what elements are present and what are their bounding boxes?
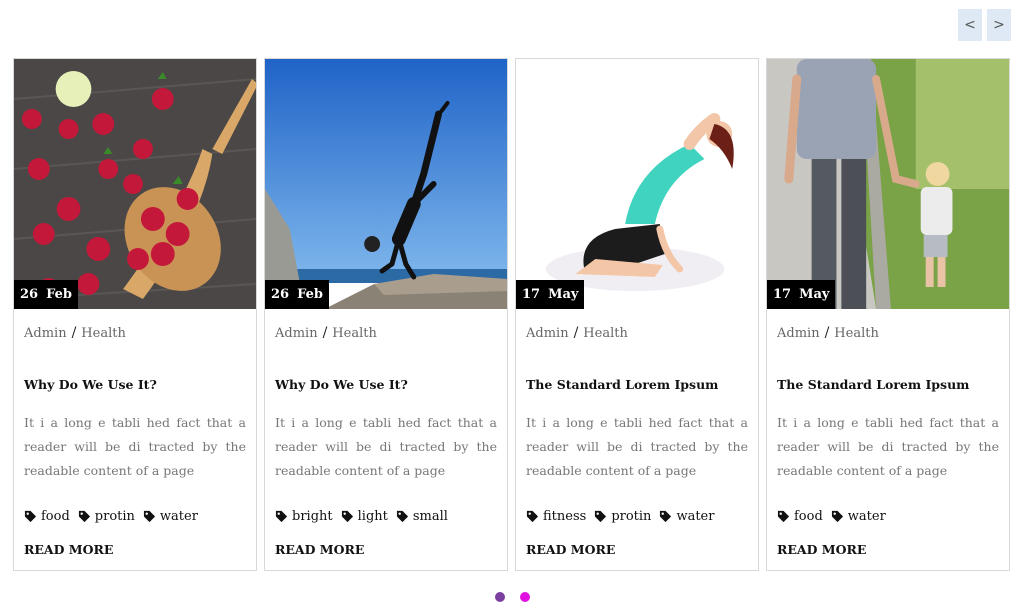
tag-icon	[275, 510, 288, 523]
post-image-yoga-beach[interactable]	[265, 59, 507, 309]
pagination-dot[interactable]	[495, 592, 505, 602]
tag-label: protin	[94, 509, 135, 524]
tag-label: food	[41, 509, 70, 524]
post-category-link[interactable]: Health	[583, 326, 628, 341]
post-date-day: 17	[773, 287, 792, 302]
post-excerpt: It i a long e tabli hed fact that a read…	[24, 415, 246, 478]
meta-separator: /	[322, 325, 328, 341]
tag-icon	[777, 510, 790, 523]
tag-link[interactable]: food	[24, 509, 70, 524]
post-date-month: Feb	[46, 287, 72, 302]
post-title[interactable]: Why Do We Use It?	[275, 377, 408, 392]
post-category-link[interactable]: Health	[332, 326, 377, 341]
post-date-month: Feb	[297, 287, 323, 302]
post-meta: Admin / Health	[24, 325, 126, 341]
post-card: 26 Feb Admin / Health Why Do We Use It? It…	[13, 58, 257, 571]
tag-label: water	[676, 509, 715, 524]
tag-link[interactable]: food	[777, 509, 823, 524]
post-card: 17 May Admin / Health The Standard Lorem I…	[766, 58, 1010, 571]
post-image-stretching-woman[interactable]	[516, 59, 758, 309]
tag-icon	[78, 510, 90, 523]
tag-link[interactable]: protin	[594, 509, 651, 524]
tag-icon	[341, 510, 353, 523]
tag-link[interactable]: bright	[275, 509, 333, 524]
tag-label: fitness	[543, 509, 587, 524]
tag-icon	[660, 510, 672, 523]
tag-link[interactable]: water	[143, 509, 198, 524]
read-more-link[interactable]: READ MORE	[526, 542, 615, 557]
post-tags: bright light small	[275, 509, 448, 524]
post-author-link[interactable]: Admin	[275, 326, 318, 341]
tag-label: small	[412, 509, 448, 524]
post-author-link[interactable]: Admin	[777, 326, 820, 341]
tag-link[interactable]: water	[831, 509, 886, 524]
tag-label: water	[159, 509, 198, 524]
post-date-day: 26	[20, 287, 39, 302]
tag-link[interactable]: water	[659, 509, 714, 524]
post-category-link[interactable]: Health	[81, 326, 126, 341]
post-title[interactable]: Why Do We Use It?	[24, 377, 157, 392]
read-more-link[interactable]: READ MORE	[275, 542, 364, 557]
carousel-pagination	[495, 592, 530, 602]
post-meta: Admin / Health	[526, 325, 628, 341]
meta-separator: /	[573, 325, 579, 341]
post-date-badge: 26 Feb	[265, 280, 329, 309]
post-date-month: May	[548, 287, 579, 302]
post-tags: food protin water	[24, 509, 198, 524]
tag-link[interactable]: light	[341, 509, 388, 524]
read-more-link[interactable]: READ MORE	[24, 542, 113, 557]
post-image-walking-family[interactable]	[767, 59, 1009, 309]
tag-icon	[595, 510, 607, 523]
post-tags: fitness protin water	[526, 509, 714, 524]
meta-separator: /	[824, 325, 830, 341]
tag-link[interactable]: small	[396, 509, 448, 524]
carousel-next-button[interactable]: >	[987, 9, 1011, 41]
tag-icon	[526, 510, 539, 523]
tag-icon	[396, 510, 408, 523]
tag-link[interactable]: fitness	[526, 509, 586, 524]
post-card: 17 May Admin / Health The Standard Lorem I…	[515, 58, 759, 571]
pagination-dot-active[interactable]	[520, 592, 530, 602]
post-meta: Admin / Health	[777, 325, 879, 341]
tag-icon	[143, 510, 155, 523]
post-author-link[interactable]: Admin	[24, 326, 67, 341]
post-date-month: May	[799, 287, 830, 302]
post-excerpt: It i a long e tabli hed fact that a read…	[526, 415, 748, 478]
post-tags: food water	[777, 509, 886, 524]
post-meta: Admin / Health	[275, 325, 377, 341]
tag-label: light	[357, 509, 388, 524]
meta-separator: /	[71, 325, 77, 341]
read-more-link[interactable]: READ MORE	[777, 542, 866, 557]
post-date-badge: 17 May	[516, 280, 585, 309]
tag-icon	[24, 510, 37, 523]
tag-link[interactable]: protin	[78, 509, 135, 524]
post-date-day: 17	[522, 287, 541, 302]
tag-label: food	[794, 509, 823, 524]
tag-icon	[831, 510, 843, 523]
post-card: 26 Feb Admin / Health Why Do We Use It? It…	[264, 58, 508, 571]
tag-label: protin	[611, 509, 652, 524]
carousel-prev-button[interactable]: <	[958, 9, 982, 41]
post-excerpt: It i a long e tabli hed fact that a read…	[777, 415, 999, 478]
post-title[interactable]: The Standard Lorem Ipsum	[526, 377, 718, 392]
post-category-link[interactable]: Health	[834, 326, 879, 341]
post-title[interactable]: The Standard Lorem Ipsum	[777, 377, 969, 392]
tag-label: water	[847, 509, 886, 524]
post-image-berries[interactable]	[14, 59, 256, 309]
tag-label: bright	[292, 509, 333, 524]
post-excerpt: It i a long e tabli hed fact that a read…	[275, 415, 497, 478]
post-date-day: 26	[271, 287, 290, 302]
post-date-badge: 17 May	[767, 280, 836, 309]
post-author-link[interactable]: Admin	[526, 326, 569, 341]
post-date-badge: 26 Feb	[14, 280, 78, 309]
